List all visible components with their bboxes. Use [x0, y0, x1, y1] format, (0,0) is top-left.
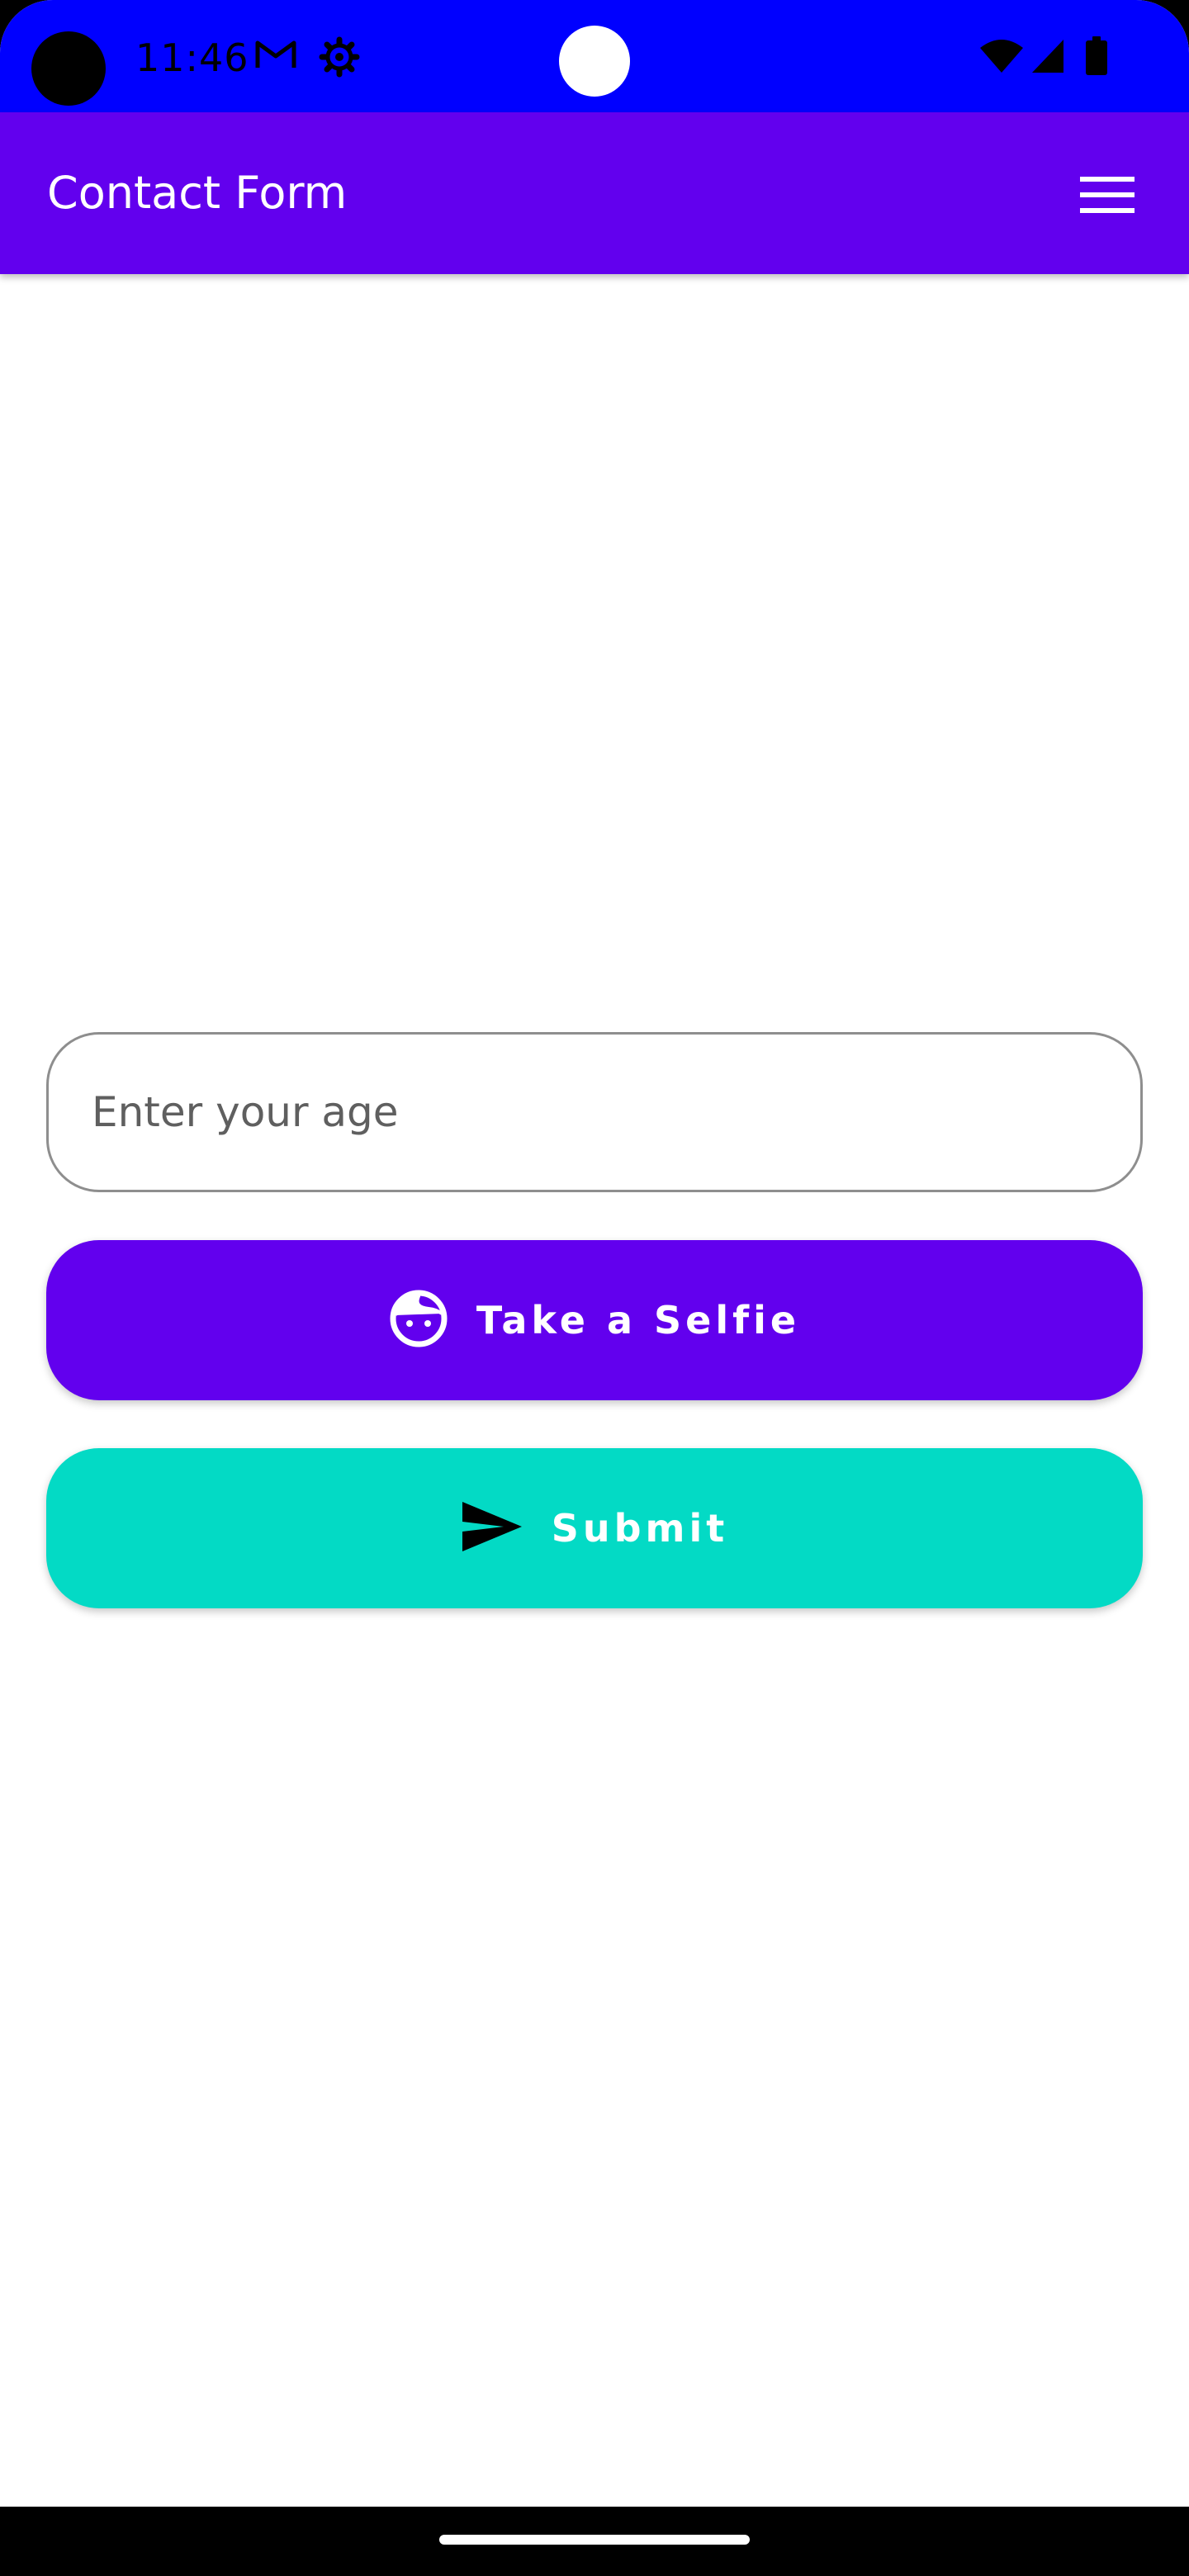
status-time: 11:46 — [135, 36, 249, 80]
app-bar: Contact Form — [0, 112, 1189, 274]
battery-icon — [1085, 36, 1108, 79]
app-screen: 11:46 Contact Form Enter your age Take a… — [0, 0, 1189, 2576]
camera-cutout — [31, 31, 106, 106]
send-icon — [461, 1500, 523, 1556]
take-selfie-button[interactable]: Take a Selfie — [46, 1240, 1143, 1400]
status-bar: 11:46 — [0, 0, 1189, 112]
submit-label: Submit — [551, 1506, 729, 1551]
face-icon — [389, 1289, 448, 1352]
hamburger-menu-icon[interactable] — [1078, 175, 1138, 215]
submit-button[interactable]: Submit — [46, 1448, 1143, 1608]
navigation-bar — [0, 2507, 1189, 2576]
home-gesture-handle[interactable] — [439, 2535, 750, 2545]
page-title: Contact Form — [47, 167, 348, 219]
gmail-icon — [254, 38, 297, 74]
age-input[interactable] — [92, 1035, 1082, 1190]
age-field[interactable] — [46, 1032, 1143, 1192]
wifi-icon — [979, 38, 1024, 78]
settings-icon — [319, 36, 360, 81]
take-selfie-label: Take a Selfie — [476, 1298, 801, 1342]
cellular-signal-icon — [1030, 38, 1065, 78]
front-camera-dot — [559, 26, 630, 97]
